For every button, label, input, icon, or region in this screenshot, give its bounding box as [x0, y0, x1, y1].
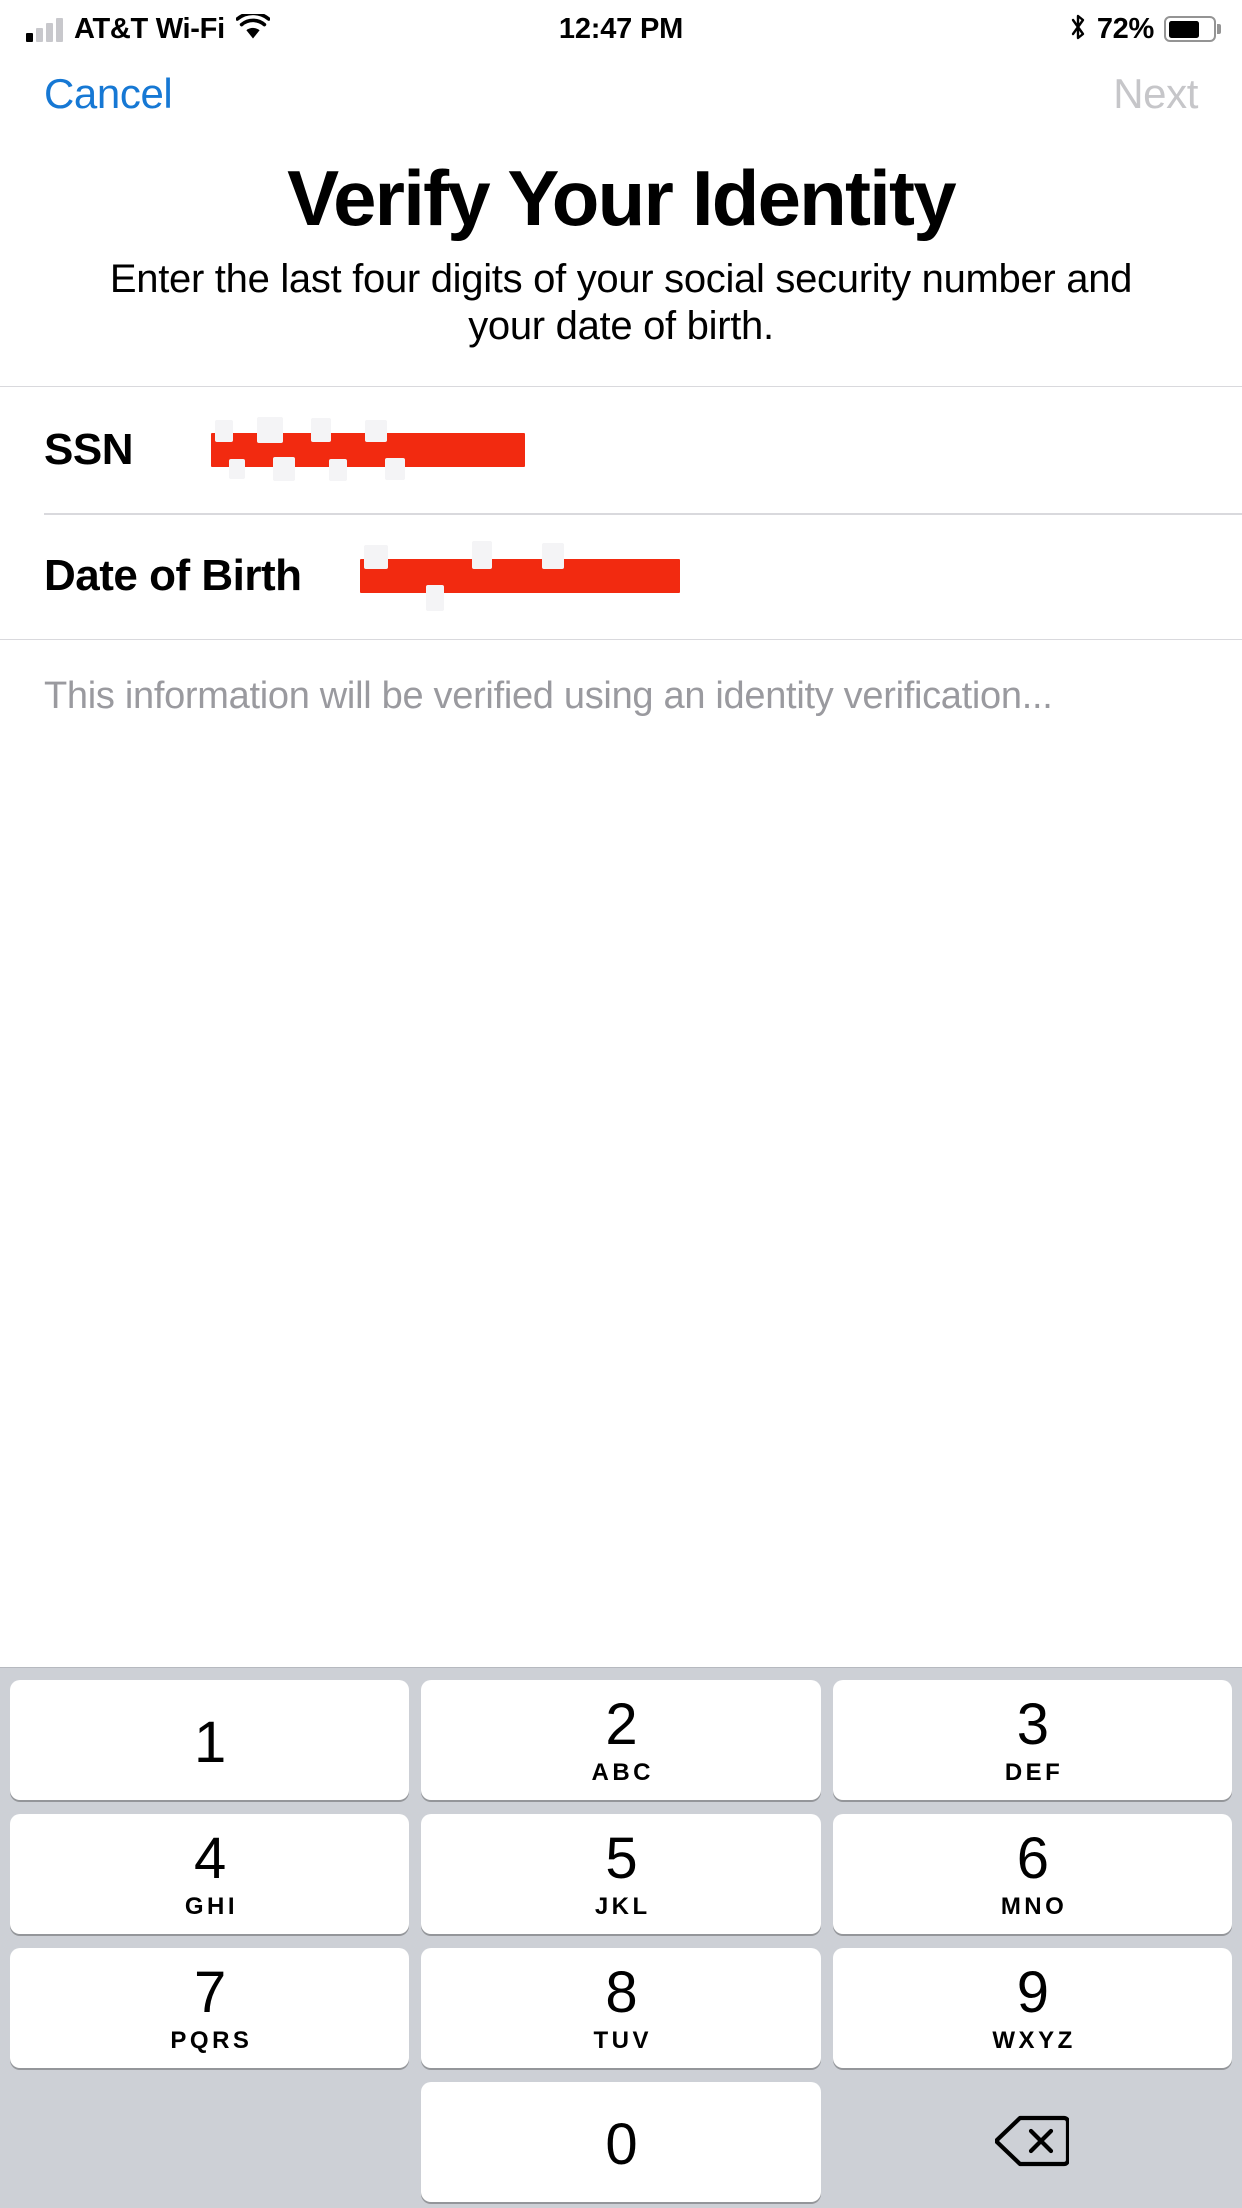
key-4-digit: 4 [194, 1825, 226, 1891]
key-8-digit: 8 [605, 1959, 637, 2025]
ssn-label: SSN [44, 425, 133, 474]
key-5-letters: JKL [594, 1892, 651, 1920]
cancel-button[interactable]: Cancel [44, 70, 173, 118]
carrier-label: AT&T Wi-Fi [74, 12, 225, 45]
key-6[interactable]: 6 MNO [832, 1814, 1232, 1934]
next-button[interactable]: Next [1113, 70, 1198, 118]
numeric-keypad: 1 2 ABC 3 DEF 4 GHI 5 JKL 6 MNO 7 PQRS 8… [0, 1667, 1242, 2208]
key-2[interactable]: 2 ABC [421, 1680, 821, 1800]
identity-form: SSN Date of Birth This information will … [0, 386, 1242, 718]
status-bar-left: AT&T Wi-Fi [26, 11, 271, 46]
key-0[interactable]: 0 [421, 2082, 821, 2202]
backspace-delete-icon [994, 2113, 1071, 2172]
key-2-letters: ABC [591, 1758, 654, 1786]
key-3-letters: DEF [1004, 1758, 1064, 1786]
key-3[interactable]: 3 DEF [832, 1680, 1232, 1800]
keypad-row: 0 [10, 2082, 1232, 2202]
date-of-birth-label: Date of Birth [44, 551, 302, 600]
key-1[interactable]: 1 [10, 1680, 410, 1800]
wifi-icon [235, 11, 271, 45]
page-subtitle: Enter the last four digits of your socia… [109, 257, 1133, 348]
key-6-letters: MNO [1000, 1892, 1068, 1920]
backspace-delete-key[interactable] [833, 2082, 1232, 2202]
key-4[interactable]: 4 GHI [10, 1814, 410, 1934]
battery-icon [1164, 16, 1216, 42]
key-0-digit: 0 [605, 2112, 637, 2177]
header-section: Verify Your Identity Enter the last four… [0, 130, 1242, 350]
key-2-digit: 2 [605, 1691, 637, 1757]
phone-screen: AT&T Wi-Fi 12:47 PM 72% Cancel Next Veri… [0, 0, 1242, 2208]
key-5-digit: 5 [605, 1825, 637, 1891]
ssn-field[interactable] [133, 387, 1198, 513]
form-row-ssn[interactable]: SSN [0, 387, 1242, 513]
key-8[interactable]: 8 TUV [421, 1948, 821, 2068]
key-4-letters: GHI [184, 1892, 238, 1920]
key-3-digit: 3 [1016, 1691, 1049, 1757]
navigation-bar: Cancel Next [0, 58, 1242, 130]
key-7-digit: 7 [194, 1959, 226, 2025]
status-bar-right: 72% [1069, 13, 1216, 46]
cellular-signal-icon [26, 16, 63, 42]
keypad-blank-slot [10, 2082, 409, 2202]
date-of-birth-field[interactable] [302, 513, 1199, 639]
key-7-letters: PQRS [170, 2026, 253, 2054]
content-spacer [0, 718, 1242, 1667]
key-6-digit: 6 [1016, 1825, 1049, 1891]
form-footer-note: This information will be verified using … [0, 639, 1242, 718]
bluetooth-icon [1069, 13, 1087, 46]
keypad-row: 4 GHI 5 JKL 6 MNO [10, 1814, 1232, 1934]
keypad-row: 1 2 ABC 3 DEF [10, 1680, 1232, 1800]
status-bar: AT&T Wi-Fi 12:47 PM 72% [0, 0, 1242, 58]
keypad-row: 7 PQRS 8 TUV 9 WXYZ [10, 1948, 1232, 2068]
ssn-redaction-bar [210, 433, 525, 467]
key-1-digit: 1 [194, 1710, 226, 1775]
page-title: Verify Your Identity [287, 154, 956, 242]
key-9-letters: WXYZ [992, 2026, 1076, 2054]
key-7[interactable]: 7 PQRS [10, 1948, 410, 2068]
key-5[interactable]: 5 JKL [421, 1814, 821, 1934]
battery-percent-label: 72% [1096, 12, 1154, 45]
key-9-digit: 9 [1016, 1959, 1049, 2025]
key-9[interactable]: 9 WXYZ [832, 1948, 1232, 2068]
form-row-dob[interactable]: Date of Birth [0, 513, 1242, 639]
date-of-birth-redaction-bar [359, 559, 680, 593]
key-8-letters: TUV [593, 2026, 652, 2054]
